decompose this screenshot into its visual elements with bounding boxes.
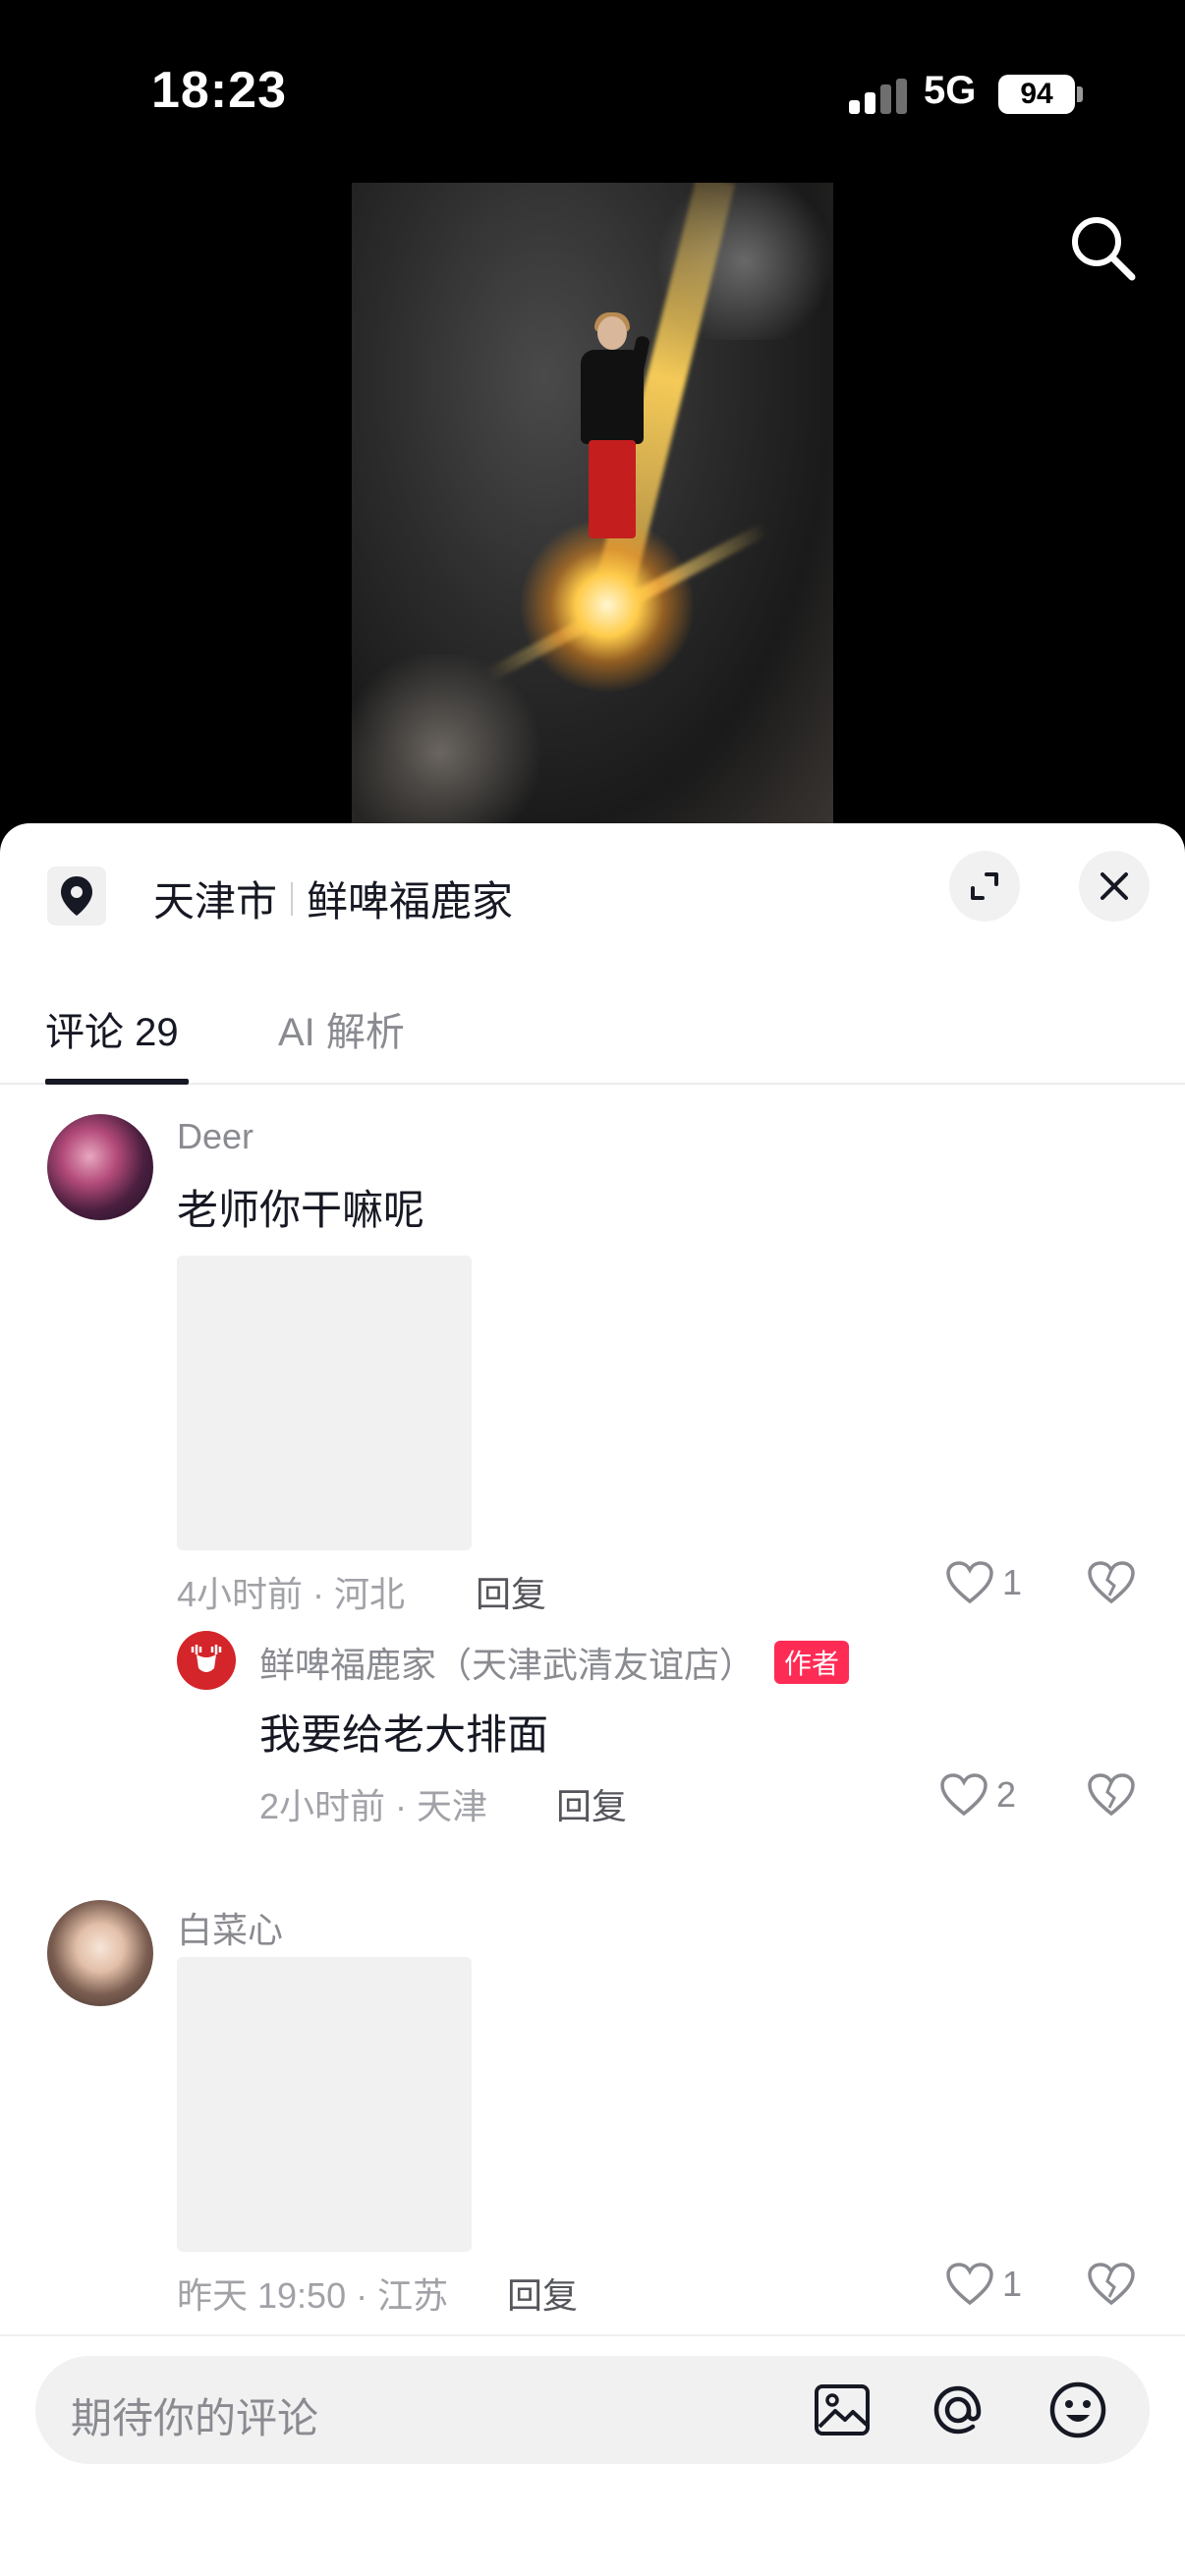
location-title[interactable]: 天津市 鲜啤福鹿家 xyxy=(153,868,513,928)
comment-text: 老师你干嘛呢 xyxy=(177,1187,425,1233)
active-tab-indicator xyxy=(45,1079,189,1085)
location-pin-icon xyxy=(47,867,106,925)
reply-button[interactable]: 回复 xyxy=(476,1566,546,1617)
heart-icon xyxy=(946,1561,993,1604)
video-flare xyxy=(519,517,696,694)
avatar[interactable] xyxy=(47,1900,153,2006)
title-divider xyxy=(291,881,294,916)
like-count: 1 xyxy=(1002,2264,1023,2304)
comments-sheet: 天津市 鲜啤福鹿家 评论 29 AI 解析 Deer 老师你干嘛呢 4小时前 ·… xyxy=(0,823,1185,2576)
comment-meta: 昨天 19:50 · 江苏 xyxy=(177,2275,449,2316)
broken-heart-icon xyxy=(1088,1773,1135,1817)
comment-image[interactable] xyxy=(177,1957,472,2252)
expand-button[interactable] xyxy=(949,851,1020,922)
tab-comments[interactable]: 评论 29 xyxy=(45,1000,179,1057)
comment-input-placeholder: 期待你的评论 xyxy=(71,2395,319,2441)
image-icon[interactable] xyxy=(812,2380,873,2440)
like-button[interactable]: 1 xyxy=(945,2262,1022,2307)
heart-icon xyxy=(946,2263,993,2306)
avatar[interactable] xyxy=(47,1114,153,1220)
comment-image[interactable] xyxy=(177,1256,472,1550)
location-city: 天津市 xyxy=(153,878,278,924)
avatar[interactable] xyxy=(177,1631,236,1690)
like-count: 1 xyxy=(1002,1562,1023,1602)
tab-bar: 评论 29 AI 解析 xyxy=(0,961,1185,1085)
battery-icon: 94 xyxy=(998,75,1075,114)
tab-ai-analysis[interactable]: AI 解析 xyxy=(278,1000,405,1057)
dislike-button[interactable] xyxy=(1087,1560,1136,1610)
status-bar: 18:23 5G 94 xyxy=(0,0,1185,187)
location-place: 鲜啤福鹿家 xyxy=(307,878,514,924)
reply-button[interactable]: 回复 xyxy=(556,1778,627,1829)
deer-logo-icon xyxy=(191,1645,222,1672)
author-badge: 作者 xyxy=(774,1641,850,1684)
comment-meta: 4小时前 · 河北 xyxy=(177,1574,406,1614)
reply-item: 鲜啤福鹿家（天津武清友谊店） 作者 我要给老大排面 2小时前 · 天津 回复 2 xyxy=(0,1631,1185,1826)
comment-input-bar: 期待你的评论 xyxy=(0,2334,1185,2576)
close-icon xyxy=(1100,872,1128,900)
comment-username[interactable]: 白菜心 xyxy=(177,1902,283,1953)
like-button[interactable]: 2 xyxy=(939,1772,1016,1818)
comment-item: 白菜心 昨天 19:50 · 江苏 回复 1 xyxy=(0,1896,1185,2328)
network-label: 5G xyxy=(924,69,977,112)
dislike-button[interactable] xyxy=(1087,2262,1136,2312)
like-button[interactable]: 1 xyxy=(945,1560,1022,1605)
comment-username[interactable]: Deer xyxy=(177,1116,254,1157)
comment-item: Deer 老师你干嘛呢 4小时前 · 河北 回复 1 xyxy=(0,1110,1185,1621)
battery-cap xyxy=(1077,86,1083,102)
close-button[interactable] xyxy=(1079,851,1150,922)
search-icon[interactable] xyxy=(1067,212,1138,283)
video-player[interactable] xyxy=(352,183,833,831)
emoji-icon[interactable] xyxy=(1047,2380,1108,2440)
reply-button[interactable]: 回复 xyxy=(507,2268,578,2319)
signal-icon xyxy=(849,79,908,114)
dislike-button[interactable] xyxy=(1087,1772,1136,1822)
reply-text: 我要给老大排面 xyxy=(259,1711,549,1758)
heart-icon xyxy=(940,1773,988,1817)
broken-heart-icon xyxy=(1088,2263,1135,2306)
expand-icon xyxy=(971,872,998,900)
comment-input[interactable]: 期待你的评论 xyxy=(35,2356,1150,2464)
status-time: 18:23 xyxy=(151,62,287,119)
reply-username[interactable]: 鲜啤福鹿家（天津武清友谊店） xyxy=(259,1637,755,1688)
mention-icon[interactable] xyxy=(928,2380,988,2440)
broken-heart-icon xyxy=(1088,1561,1135,1604)
video-person xyxy=(573,312,651,542)
like-count: 2 xyxy=(996,1774,1017,1815)
reply-meta: 2小时前 · 天津 xyxy=(259,1786,488,1826)
